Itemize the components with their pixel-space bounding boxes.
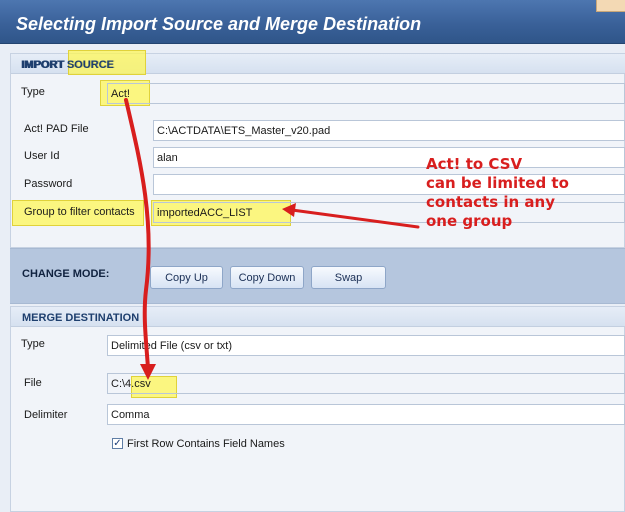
annotation-line-3: contacts in any [426, 193, 556, 211]
annotation-arrows [124, 98, 420, 380]
annotation-line-2: can be limited to [426, 174, 569, 192]
arrow-head-down [140, 364, 156, 380]
arrow-left-line [290, 208, 420, 229]
annotation-text: Act! to CSV can be limited to contacts i… [426, 155, 569, 231]
annotation-line-4: one group [426, 212, 513, 230]
arrow-head-left [282, 203, 296, 217]
annotation-line-1: Act! to CSV [426, 155, 523, 173]
arrow-icon [124, 98, 151, 370]
